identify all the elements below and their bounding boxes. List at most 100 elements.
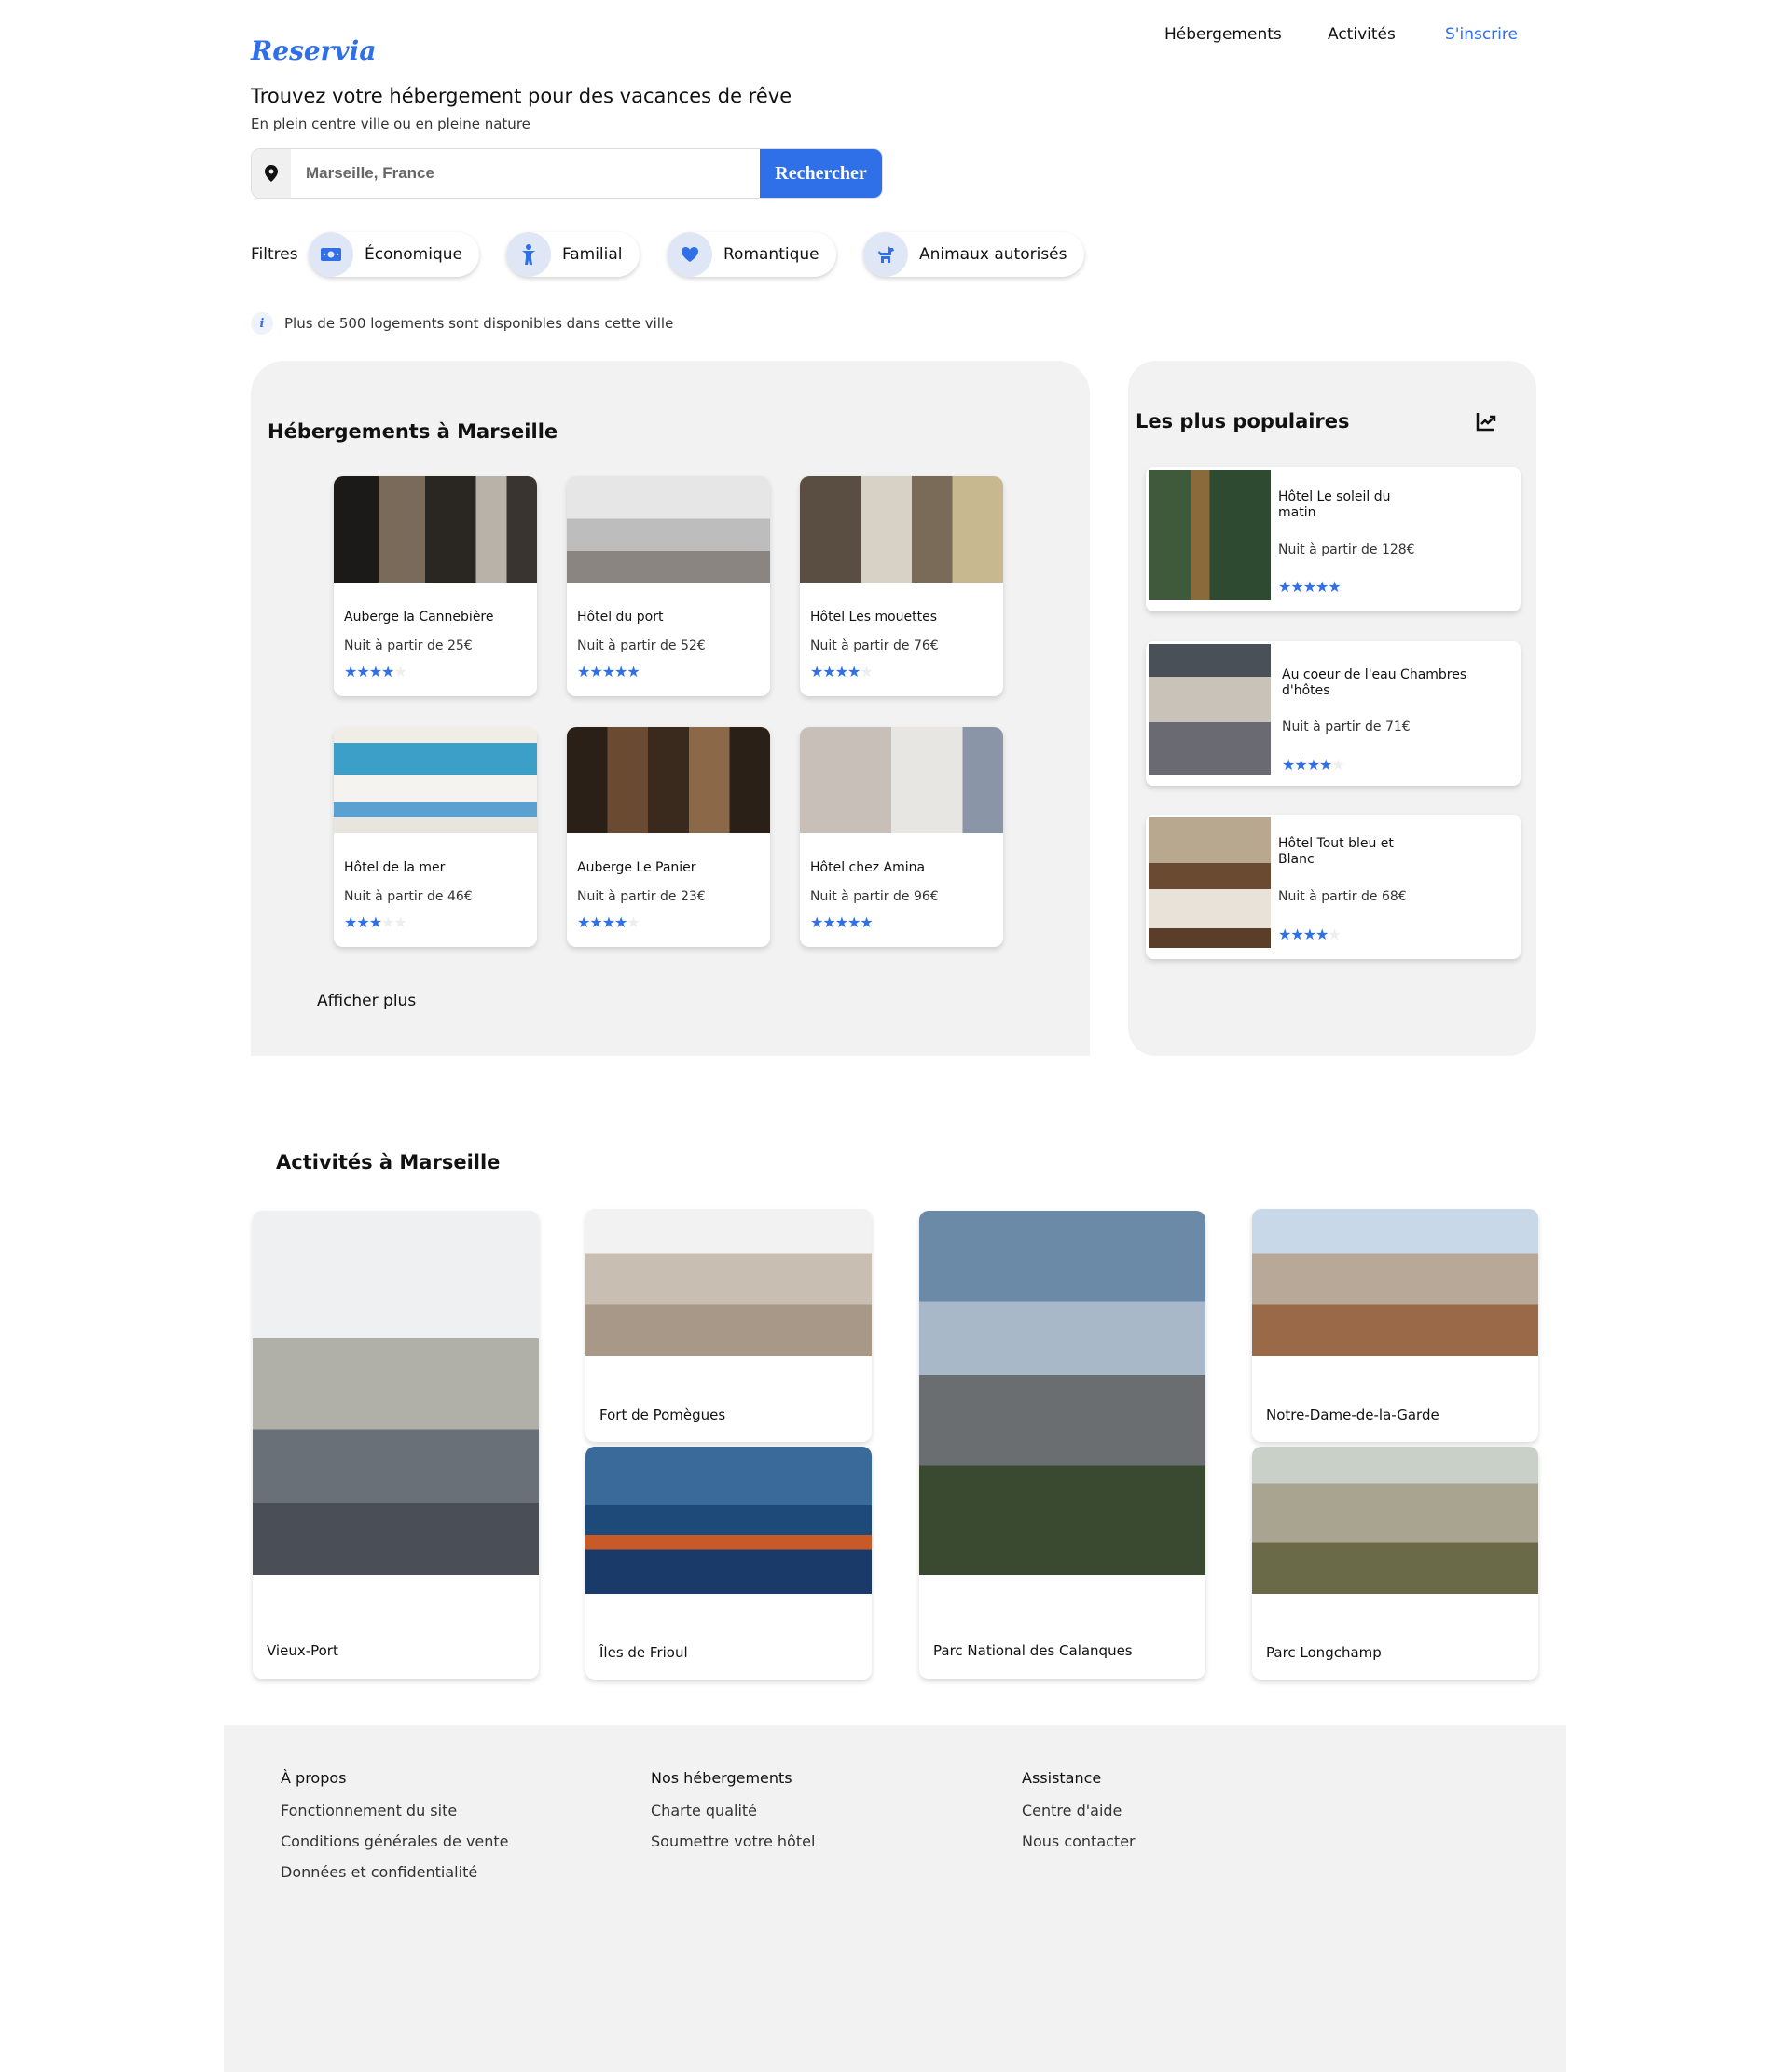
star-icon: ★ — [368, 663, 382, 680]
rating-stars: ★★★★★ — [577, 915, 640, 930]
star-icon: ★ — [356, 663, 369, 680]
lodging-price: Nuit à partir de 23€ — [577, 889, 706, 904]
lodging-price: Nuit à partir de 25€ — [344, 638, 473, 653]
lodging-price: Nuit à partir de 76€ — [810, 638, 939, 653]
info-icon: i — [251, 312, 273, 335]
activity-card[interactable]: Parc Longchamp — [1252, 1447, 1538, 1680]
rating-stars: ★★★★★ — [344, 663, 407, 680]
popular-card[interactable]: Hôtel Tout bleu et Blanc Nuit à partir d… — [1146, 815, 1521, 959]
star-icon: ★ — [614, 913, 627, 931]
lodging-photo — [334, 476, 537, 583]
star-icon: ★ — [1282, 756, 1295, 774]
nav-hebergements[interactable]: Hébergements — [1164, 25, 1282, 44]
star-icon: ★ — [381, 913, 394, 931]
rating-stars: ★★★★★ — [1278, 578, 1342, 596]
star-icon: ★ — [356, 913, 369, 931]
rating-stars: ★★★★★ — [810, 663, 874, 680]
search-input[interactable] — [291, 149, 760, 198]
activity-label: Fort de Pomègues — [599, 1406, 726, 1423]
lodging-section — [251, 361, 1090, 1056]
popular-photo — [1149, 644, 1271, 775]
lodging-photo — [334, 727, 537, 833]
search-button[interactable]: Rechercher — [760, 149, 882, 198]
footer-link[interactable]: Charte qualité — [651, 1802, 815, 1819]
footer-column: Assistance Centre d'aide Nous contacter — [1022, 1769, 1136, 1863]
lodging-photo — [567, 476, 770, 583]
lodging-name: Hôtel de la mer — [344, 860, 446, 875]
heart-icon — [668, 232, 712, 277]
star-icon: ★ — [577, 913, 590, 931]
lodging-photo — [567, 727, 770, 833]
lodging-card[interactable]: Auberge la Cannebière Nuit à partir de 2… — [334, 476, 537, 696]
star-icon: ★ — [860, 663, 873, 680]
activity-card[interactable]: Îles de Frioul — [585, 1447, 872, 1680]
filters-label: Filtres — [251, 245, 298, 264]
star-icon: ★ — [344, 913, 357, 931]
star-icon: ★ — [810, 913, 823, 931]
footer-link[interactable]: Nous contacter — [1022, 1832, 1136, 1850]
lodging-price: Nuit à partir de 46€ — [344, 889, 473, 904]
popular-name: Hôtel Tout bleu et Blanc — [1278, 836, 1394, 867]
footer-link[interactable]: Soumettre votre hôtel — [651, 1832, 815, 1850]
star-icon: ★ — [1290, 578, 1303, 596]
star-icon: ★ — [834, 913, 848, 931]
activity-card[interactable]: Parc National des Calanques — [919, 1211, 1205, 1679]
star-icon: ★ — [860, 913, 873, 931]
lodging-card[interactable]: Hôtel Les mouettes Nuit à partir de 76€ … — [800, 476, 1003, 696]
logo[interactable]: Reservia — [251, 35, 376, 66]
popular-photo — [1149, 817, 1271, 948]
popular-price: Nuit à partir de 128€ — [1278, 542, 1415, 557]
lodging-name: Hôtel chez Amina — [810, 860, 926, 875]
star-icon: ★ — [601, 913, 615, 931]
star-icon: ★ — [810, 663, 823, 680]
filter-economique[interactable]: Économique — [309, 232, 479, 277]
popular-name: Au coeur de l'eau Chambres d'hôtes — [1282, 667, 1467, 698]
footer-column: Nos hébergements Charte qualité Soumettr… — [651, 1769, 815, 1863]
activity-card[interactable]: Fort de Pomègues — [585, 1209, 872, 1442]
star-icon: ★ — [344, 663, 357, 680]
popular-card[interactable]: Hôtel Le soleil du matin Nuit à partir d… — [1146, 467, 1521, 611]
nav-signup[interactable]: S'inscrire — [1445, 25, 1518, 44]
star-icon: ★ — [834, 663, 848, 680]
footer-link[interactable]: Conditions générales de vente — [281, 1832, 509, 1850]
show-more-link[interactable]: Afficher plus — [317, 992, 416, 1010]
lodging-card[interactable]: Hôtel chez Amina Nuit à partir de 96€ ★★… — [800, 727, 1003, 947]
lodging-price: Nuit à partir de 52€ — [577, 638, 706, 653]
footer-link[interactable]: Données et confidentialité — [281, 1863, 509, 1881]
activity-photo — [1252, 1209, 1538, 1356]
footer-heading: Nos hébergements — [651, 1769, 792, 1787]
footer-link[interactable]: Fonctionnement du site — [281, 1802, 509, 1819]
child-icon — [506, 232, 551, 277]
rating-stars: ★★★★★ — [1282, 756, 1345, 774]
activity-photo — [253, 1211, 539, 1575]
star-icon: ★ — [601, 663, 615, 680]
star-icon: ★ — [822, 663, 835, 680]
lodging-card[interactable]: Auberge Le Panier Nuit à partir de 23€ ★… — [567, 727, 770, 947]
filter-animaux[interactable]: Animaux autorisés — [863, 232, 1084, 277]
lodging-name: Auberge Le Panier — [577, 860, 696, 875]
star-icon: ★ — [1278, 926, 1291, 943]
footer-link[interactable]: Centre d'aide — [1022, 1802, 1136, 1819]
filter-romantique[interactable]: Romantique — [668, 232, 836, 277]
nav-activites[interactable]: Activités — [1328, 25, 1396, 44]
star-icon: ★ — [822, 913, 835, 931]
filter-familial[interactable]: Familial — [506, 232, 640, 277]
star-icon: ★ — [1328, 578, 1341, 596]
popular-card[interactable]: Au coeur de l'eau Chambres d'hôtes Nuit … — [1146, 641, 1521, 786]
activity-card[interactable]: Vieux-Port — [253, 1211, 539, 1679]
search-bar: Rechercher — [251, 148, 883, 199]
filter-label: Romantique — [723, 245, 819, 264]
money-icon — [309, 232, 353, 277]
activity-label: Îles de Frioul — [599, 1644, 688, 1661]
filter-label: Économique — [365, 245, 462, 264]
map-pin-icon — [252, 149, 291, 198]
lodging-card[interactable]: Hôtel du port Nuit à partir de 52€ ★★★★★ — [567, 476, 770, 696]
filter-label: Animaux autorisés — [919, 245, 1067, 264]
popular-name: Hôtel Le soleil du matin — [1278, 489, 1391, 520]
popular-photo — [1149, 470, 1271, 600]
filter-label: Familial — [562, 245, 623, 264]
star-icon: ★ — [368, 913, 382, 931]
activity-photo — [919, 1211, 1205, 1575]
activity-card[interactable]: Notre-Dame-de-la-Garde — [1252, 1209, 1538, 1442]
lodging-card[interactable]: Hôtel de la mer Nuit à partir de 46€ ★★★… — [334, 727, 537, 947]
